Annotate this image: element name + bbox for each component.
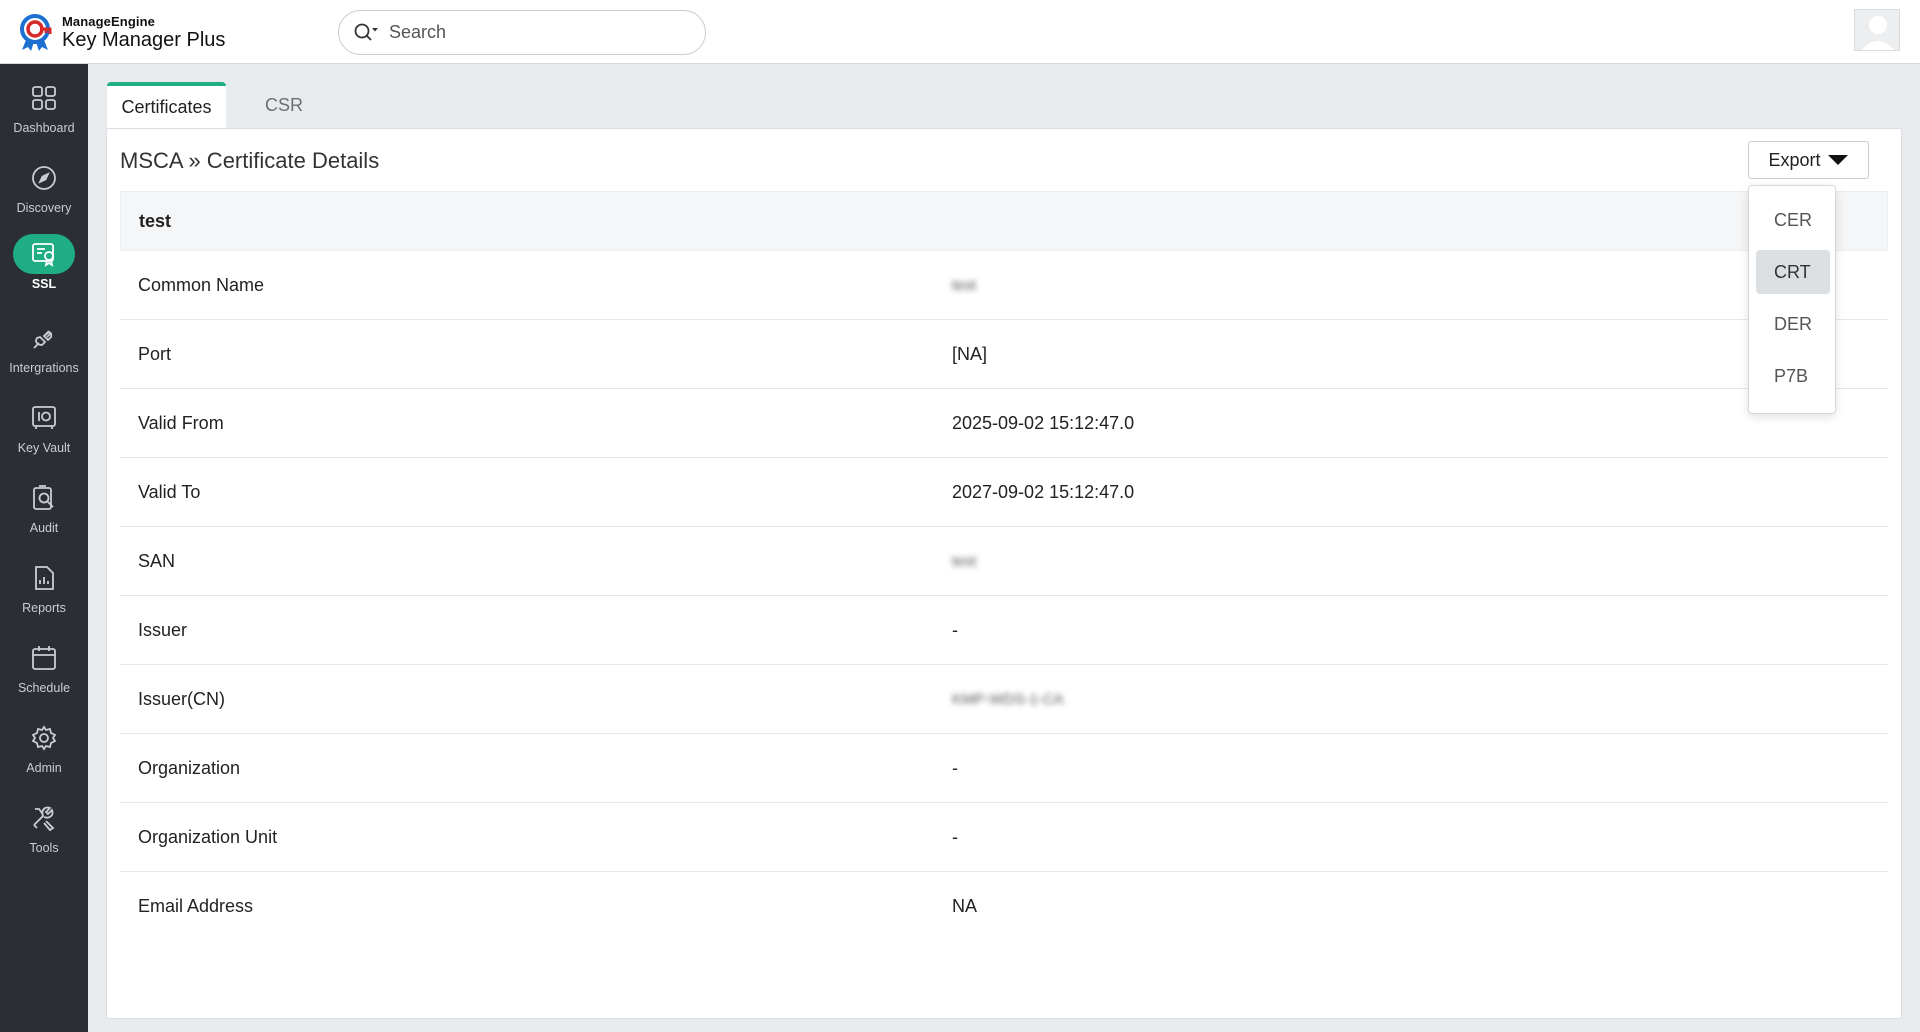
table-row: Organization - — [120, 734, 1888, 803]
sidebar-item-label: Admin — [26, 761, 62, 775]
sidebar-nav: Dashboard Discovery SSL Intergrations Ke… — [0, 64, 88, 1032]
export-format-menu: CER CRT DER P7B — [1748, 185, 1836, 414]
sidebar-item-discovery[interactable]: Discovery — [0, 158, 88, 232]
row-label: Valid To — [138, 481, 201, 502]
export-option-der[interactable]: DER — [1756, 302, 1830, 346]
sidebar-item-label: Reports — [22, 601, 66, 615]
table-row: Valid To 2027-09-02 15:12:47.0 — [120, 458, 1888, 527]
search-input[interactable] — [389, 22, 669, 43]
row-value: - — [952, 757, 958, 778]
tab-csr[interactable]: CSR — [254, 82, 314, 128]
sidebar-item-label: Discovery — [16, 201, 72, 215]
calendar-icon — [13, 638, 75, 678]
row-label: Email Address — [138, 896, 254, 916]
brand-product: Key Manager Plus — [62, 28, 226, 51]
sidebar-item-label: Audit — [29, 521, 59, 535]
table-row: Port [NA] — [120, 320, 1888, 389]
row-value: 2027-09-02 15:12:47.0 — [952, 481, 1135, 502]
dashboard-icon — [13, 78, 75, 118]
table-row: Issuer - — [120, 596, 1888, 665]
sidebar-item-label: SSL — [31, 277, 57, 291]
row-value: - — [952, 619, 958, 640]
sidebar-item-audit[interactable]: Audit — [0, 478, 88, 552]
sidebar-item-label: Tools — [29, 841, 59, 855]
sidebar-item-reports[interactable]: Reports — [0, 558, 88, 632]
top-header: ManageEngine Key Manager Plus — [0, 0, 1920, 64]
export-option-p7b[interactable]: P7B — [1756, 354, 1830, 398]
report-icon — [13, 558, 75, 598]
certificate-details-table: test Common Name test Port [NA] Valid Fr… — [120, 191, 1888, 941]
brand-logo-link[interactable]: ManageEngine Key Manager Plus — [16, 12, 225, 52]
certificate-name-header: test — [120, 191, 1888, 251]
compass-icon — [13, 158, 75, 198]
sidebar-item-admin[interactable]: Admin — [0, 718, 88, 792]
key-manager-logo-icon — [20, 14, 52, 51]
export-button[interactable]: Export — [1748, 141, 1869, 179]
sidebar-item-tools[interactable]: Tools — [0, 798, 88, 872]
sidebar-item-integrations[interactable]: Intergrations — [0, 318, 88, 392]
row-value: KMP-WDS-1-CA — [952, 690, 1064, 708]
certificate-details-panel: MSCA » Certificate Details Export test C… — [106, 128, 1902, 1019]
certificate-icon — [13, 234, 75, 274]
user-silhouette-icon — [1855, 10, 1899, 50]
row-label: Port — [138, 343, 172, 364]
tools-icon — [13, 798, 75, 838]
audit-search-icon — [13, 478, 75, 518]
plug-icon — [13, 318, 75, 358]
row-label: Organization Unit — [138, 826, 278, 847]
user-avatar[interactable] — [1854, 9, 1900, 51]
row-label: Issuer(CN) — [138, 688, 226, 709]
row-value: 2025-09-02 15:12:47.0 — [952, 412, 1135, 433]
sidebar-item-dashboard[interactable]: Dashboard — [0, 78, 88, 152]
row-label: Common Name — [138, 274, 265, 295]
table-row: Organization Unit - — [120, 803, 1888, 872]
row-value: - — [952, 826, 958, 847]
row-label: Issuer — [138, 619, 188, 640]
sidebar-item-label: Dashboard — [13, 121, 75, 135]
vault-icon — [13, 398, 75, 438]
table-row: Valid From 2025-09-02 15:12:47.0 — [120, 389, 1888, 458]
export-option-cer[interactable]: CER — [1756, 198, 1830, 242]
row-label: Valid From — [138, 412, 224, 433]
table-row: SAN test — [120, 527, 1888, 596]
page-title: MSCA » Certificate Details — [120, 148, 380, 173]
row-value: NA — [952, 896, 978, 916]
export-option-crt[interactable]: CRT — [1756, 250, 1830, 294]
export-label: Export — [1768, 149, 1821, 170]
sidebar-item-label: Intergrations — [9, 361, 79, 375]
sidebar-item-label: Key Vault — [17, 441, 71, 455]
search-icon[interactable] — [353, 21, 383, 45]
sidebar-item-label: Schedule — [17, 681, 71, 695]
row-value: test — [952, 552, 977, 570]
row-label: Organization — [138, 757, 241, 778]
sidebar-item-key-vault[interactable]: Key Vault — [0, 398, 88, 472]
tab-certificates[interactable]: Certificates — [107, 82, 226, 128]
table-row: Common Name test — [120, 251, 1888, 320]
sidebar-item-schedule[interactable]: Schedule — [0, 638, 88, 712]
gear-icon — [13, 718, 75, 758]
row-label: SAN — [138, 550, 176, 571]
brand-company: ManageEngine — [62, 13, 155, 29]
table-row: Email Address NA — [120, 872, 1888, 941]
caret-down-icon — [1827, 155, 1848, 165]
sidebar-item-ssl[interactable]: SSL — [0, 234, 88, 308]
table-row: Issuer(CN) KMP-WDS-1-CA — [120, 665, 1888, 734]
search-box[interactable] — [338, 10, 706, 55]
